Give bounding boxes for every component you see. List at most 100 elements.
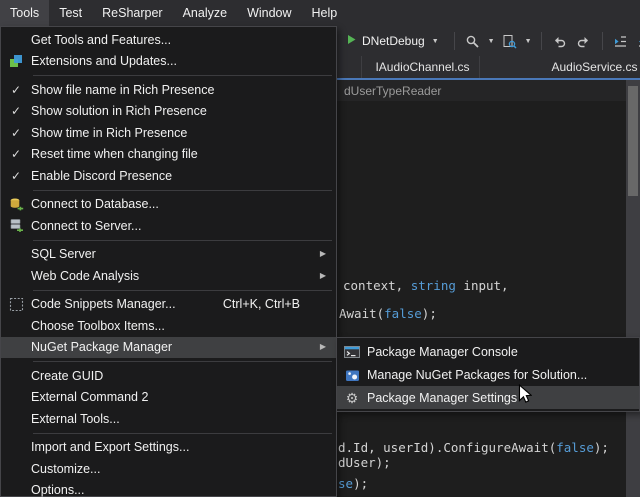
- vertical-scrollbar[interactable]: [626, 80, 640, 497]
- menu-item-label: Connect to Server...: [31, 219, 141, 233]
- check-icon: ✓: [1, 105, 31, 117]
- snippets-icon: [1, 297, 31, 312]
- menu-item-label: SQL Server: [31, 247, 96, 261]
- menu-item-label: Web Code Analysis: [31, 269, 139, 283]
- menu-item-external-command-2[interactable]: External Command 2: [1, 387, 336, 409]
- code-token: input,: [456, 278, 509, 293]
- outdent-icon[interactable]: [634, 30, 640, 52]
- menu-item-label: Enable Discord Presence: [31, 169, 172, 183]
- menu-item-label: Show solution in Rich Presence: [31, 104, 207, 118]
- code-line[interactable]: Await(false);: [339, 306, 437, 321]
- menu-item-label: External Command 2: [31, 390, 148, 404]
- menubar-item-resharper[interactable]: ReSharper: [92, 0, 172, 26]
- menu-item-show-solution-in-rich-presence[interactable]: ✓Show solution in Rich Presence: [1, 101, 336, 123]
- tab-label: AudioService.cs: [551, 60, 637, 74]
- menu-item-show-file-name-in-rich-presence[interactable]: ✓Show file name in Rich Presence: [1, 79, 336, 101]
- menu-item-label: Extensions and Updates...: [31, 54, 177, 68]
- menu-item-connect-to-server[interactable]: Connect to Server...: [1, 215, 336, 237]
- console-icon: [337, 345, 367, 359]
- attach-to-process-icon[interactable]: [462, 30, 484, 52]
- menu-item-label: Import and Export Settings...: [31, 440, 189, 454]
- menu-item-choose-toolbox-items[interactable]: Choose Toolbox Items...: [1, 315, 336, 337]
- menubar-item-test[interactable]: Test: [49, 0, 92, 26]
- navigation-bar-member[interactable]: dUserTypeReader: [344, 84, 441, 98]
- menu-separator: [33, 361, 332, 362]
- code-line[interactable]: dUser);: [338, 455, 391, 470]
- menu-item-get-tools-and-features[interactable]: Get Tools and Features...: [1, 29, 336, 51]
- menu-item-label: Manage NuGet Packages for Solution...: [367, 368, 587, 382]
- menu-item-package-manager-console[interactable]: Package Manager Console: [337, 340, 639, 363]
- tab-iaudiochannel-cs[interactable]: IAudioChannel.cs: [366, 56, 480, 78]
- code-line[interactable]: d.Id, userId).ConfigureAwait(false);: [338, 440, 609, 455]
- caret-down-icon[interactable]: ▼: [523, 38, 534, 45]
- menu-item-customize[interactable]: Customize...: [1, 458, 336, 480]
- code-token: se: [338, 476, 353, 491]
- navigate-backward-icon[interactable]: [549, 30, 571, 52]
- caret-down-icon[interactable]: ▼: [430, 38, 441, 45]
- tools-menu: Get Tools and Features... Extensions and …: [0, 26, 337, 497]
- gear-icon: ⚙: [337, 391, 367, 405]
- menu-item-label: Customize...: [31, 462, 100, 476]
- menu-item-manage-nuget-packages-for-solution[interactable]: Manage NuGet Packages for Solution...: [337, 363, 639, 386]
- menu-item-label: Show time in Rich Presence: [31, 126, 187, 140]
- code-line[interactable]: se);: [338, 476, 368, 491]
- menu-item-label: Choose Toolbox Items...: [31, 319, 165, 333]
- menu-item-label: NuGet Package Manager: [31, 340, 172, 354]
- menu-item-enable-discord-presence[interactable]: ✓Enable Discord Presence: [1, 165, 336, 187]
- run-icon: [346, 34, 357, 48]
- code-token: );: [353, 476, 368, 491]
- menu-item-extensions-and-updates[interactable]: Extensions and Updates...: [1, 51, 336, 73]
- menu-item-label: Package Manager Console: [367, 345, 518, 359]
- check-icon: ✓: [1, 127, 31, 139]
- tab-audioservice-cs[interactable]: AudioService.cs: [542, 56, 640, 78]
- menu-item-external-tools[interactable]: External Tools...: [1, 408, 336, 430]
- menubar-item-window[interactable]: Window: [237, 0, 301, 26]
- menu-item-code-snippets-manager[interactable]: Code Snippets Manager... Ctrl+K, Ctrl+B: [1, 294, 336, 316]
- scrollbar-thumb[interactable]: [628, 86, 638, 196]
- start-debug-button[interactable]: DNetDebug▼: [340, 32, 447, 50]
- check-icon: ✓: [1, 170, 31, 182]
- submenu-arrow-icon: ▶: [320, 272, 326, 280]
- menubar-item-help[interactable]: Help: [302, 0, 348, 26]
- menu-item-label: Package Manager Settings: [367, 391, 517, 405]
- menubar-item-tools[interactable]: Tools: [0, 0, 49, 26]
- menu-item-sql-server[interactable]: SQL Server ▶: [1, 244, 336, 266]
- submenu-arrow-icon: ▶: [320, 250, 326, 258]
- menu-item-options[interactable]: Options...: [1, 480, 336, 497]
- navigate-forward-icon[interactable]: [573, 30, 595, 52]
- tab-label: IAudioChannel.cs: [375, 60, 469, 74]
- menu-item-package-manager-settings[interactable]: ⚙Package Manager Settings: [337, 386, 639, 409]
- menu-item-connect-to-database[interactable]: Connect to Database...: [1, 194, 336, 216]
- toolbar-separator: [541, 32, 542, 50]
- menu-item-web-code-analysis[interactable]: Web Code Analysis ▶: [1, 265, 336, 287]
- menu-item-label: Get Tools and Features...: [31, 33, 171, 47]
- menu-item-nuget-package-manager[interactable]: NuGet Package Manager ▶: [1, 337, 336, 359]
- toolbar-separator: [454, 32, 455, 50]
- menu-separator: [33, 75, 332, 76]
- code-token: );: [594, 440, 609, 455]
- mouse-cursor: [518, 384, 532, 410]
- toolbar-separator: [602, 32, 603, 50]
- menubar: ToolsTestReSharperAnalyzeWindowHelp: [0, 0, 640, 26]
- check-icon: ✓: [1, 148, 31, 160]
- indent-icon[interactable]: [610, 30, 632, 52]
- code-line[interactable]: context, string input,: [343, 278, 509, 293]
- code-token: false: [384, 306, 422, 321]
- menu-item-show-time-in-rich-presence[interactable]: ✓Show time in Rich Presence: [1, 122, 336, 144]
- menubar-item-analyze[interactable]: Analyze: [173, 0, 237, 26]
- menu-item-label: Code Snippets Manager...: [31, 297, 176, 311]
- code-token: dUser);: [338, 455, 391, 470]
- find-in-files-icon[interactable]: [499, 30, 521, 52]
- code-token: string: [411, 278, 456, 293]
- code-token: d.Id, userId).ConfigureAwait(: [338, 440, 556, 455]
- menu-item-import-and-export-settings[interactable]: Import and Export Settings...: [1, 437, 336, 459]
- code-token: );: [422, 306, 437, 321]
- menu-item-shortcut: Ctrl+K, Ctrl+B: [223, 297, 300, 311]
- caret-down-icon[interactable]: ▼: [486, 38, 497, 45]
- menu-item-create-guid[interactable]: Create GUID: [1, 365, 336, 387]
- submenu-arrow-icon: ▶: [320, 343, 326, 351]
- menu-separator: [33, 190, 332, 191]
- code-token: false: [556, 440, 594, 455]
- server-connect-icon: [1, 218, 31, 233]
- menu-item-reset-time-when-changing-file[interactable]: ✓Reset time when changing file: [1, 144, 336, 166]
